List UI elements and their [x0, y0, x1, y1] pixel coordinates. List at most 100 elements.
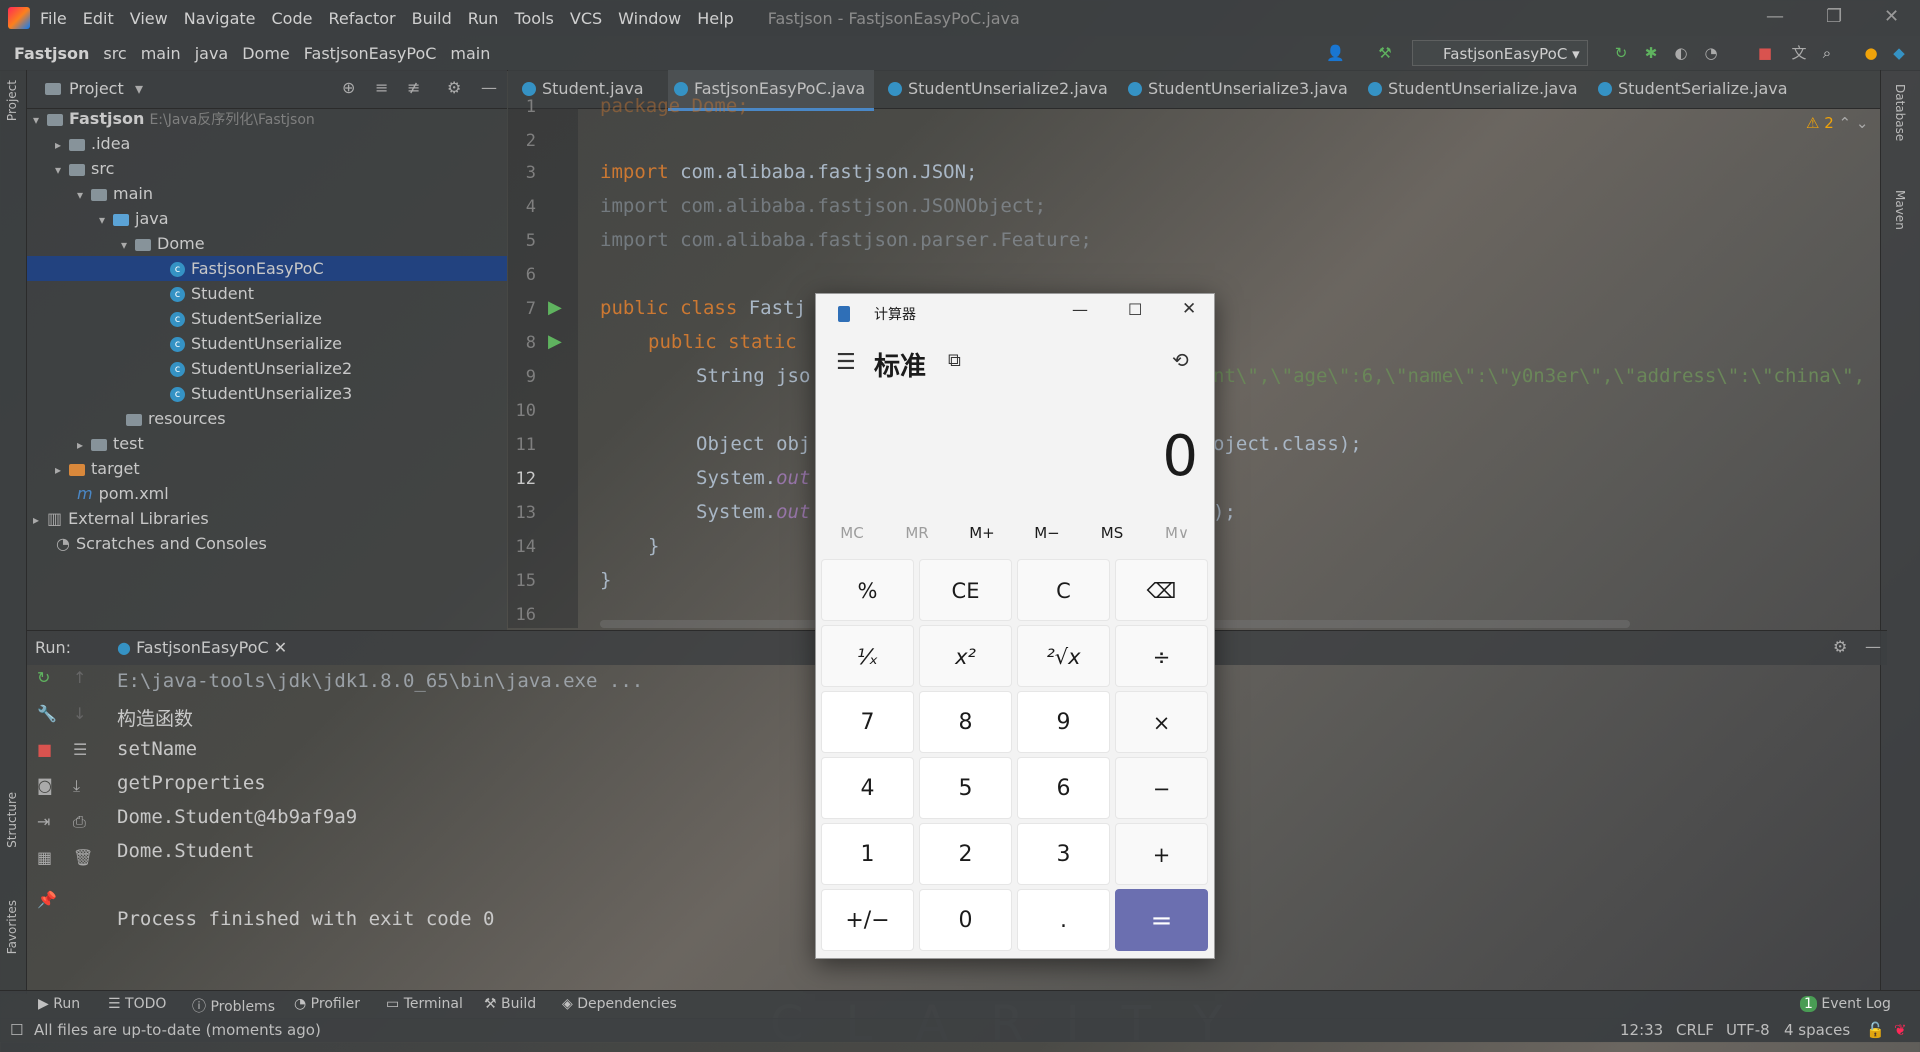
- tool-problems[interactable]: ⓘ Problems: [192, 996, 275, 1016]
- memory-recall-button[interactable]: MR: [885, 524, 949, 542]
- tree-item-external-libraries[interactable]: ▸ ▥ External Libraries: [33, 506, 209, 531]
- gear-icon[interactable]: ⚙: [447, 78, 461, 97]
- square-button[interactable]: x²: [919, 625, 1012, 687]
- rerun-icon[interactable]: ↻: [37, 668, 50, 687]
- tool-profiler[interactable]: ◔ Profiler: [294, 996, 360, 1012]
- digit-3-button[interactable]: 3: [1017, 823, 1110, 885]
- tab-studentunserialize[interactable]: StudentUnserialize.java: [1362, 70, 1578, 108]
- tree-item-dome[interactable]: ▾ Dome: [121, 231, 205, 256]
- build-hammer-icon[interactable]: ⚒: [1376, 44, 1394, 62]
- wrench-icon[interactable]: 🔧: [37, 704, 57, 723]
- menu-edit[interactable]: Edit: [83, 9, 114, 28]
- tab-studentunserialize3[interactable]: StudentUnserialize3.java: [1122, 70, 1348, 108]
- breadcrumb-class[interactable]: FastjsonEasyPoC: [304, 44, 437, 63]
- digit-5-button[interactable]: 5: [919, 757, 1012, 819]
- tree-item-resources[interactable]: resources: [126, 406, 226, 431]
- menu-code[interactable]: Code: [272, 9, 313, 28]
- tree-item-target[interactable]: ▸ target: [55, 456, 140, 481]
- calc-maximize-icon[interactable]: ☐: [1128, 300, 1142, 319]
- debug-icon[interactable]: ✱: [1642, 44, 1660, 62]
- tab-studentserialize[interactable]: StudentSerialize.java: [1592, 70, 1788, 108]
- tree-item-test[interactable]: ▸ test: [77, 431, 144, 456]
- menu-window[interactable]: Window: [618, 9, 681, 28]
- print-icon[interactable]: ⎙: [73, 812, 86, 832]
- tree-item-studentunserialize[interactable]: c StudentUnserialize: [170, 331, 342, 356]
- camera-icon[interactable]: ◙: [37, 776, 53, 795]
- update-icon[interactable]: ●: [1862, 44, 1880, 62]
- subtract-button[interactable]: −: [1115, 757, 1208, 819]
- soft-wrap-icon[interactable]: ☰: [73, 740, 87, 759]
- clear-entry-button[interactable]: CE: [919, 559, 1012, 621]
- tree-root[interactable]: ▾ Fastjson E:\Java反序列化\Fastjson: [33, 106, 503, 131]
- memory-list-button[interactable]: M∨: [1145, 524, 1209, 542]
- collapse-all-icon[interactable]: ≢: [407, 78, 420, 97]
- calc-close-icon[interactable]: ✕: [1182, 299, 1196, 319]
- close-icon[interactable]: ✕: [1884, 6, 1899, 27]
- memory-clear-button[interactable]: MC: [820, 524, 884, 542]
- scroll-to-end-icon[interactable]: ⤓: [73, 776, 80, 796]
- project-tool-tab[interactable]: Project: [5, 80, 19, 121]
- stop-icon[interactable]: ■: [37, 740, 52, 759]
- tree-item-studentunserialize3[interactable]: c StudentUnserialize3: [170, 381, 352, 406]
- tool-run[interactable]: ▶ Run: [38, 996, 80, 1012]
- maven-tool-tab[interactable]: Maven: [1893, 190, 1907, 230]
- run-tab-fastjsoneasypoc[interactable]: ● FastjsonEasyPoC ✕: [117, 638, 287, 657]
- lock-icon[interactable]: 🔓: [1866, 1021, 1885, 1039]
- translate-icon[interactable]: 文: [1790, 44, 1808, 62]
- project-view-title[interactable]: Project: [69, 79, 124, 98]
- digit-8-button[interactable]: 8: [919, 691, 1012, 753]
- coverage-icon[interactable]: ◐: [1672, 44, 1690, 62]
- memory-add-button[interactable]: M+: [950, 524, 1014, 542]
- hide-panel-icon[interactable]: —: [1865, 637, 1881, 656]
- file-encoding[interactable]: UTF-8: [1726, 1021, 1770, 1039]
- breadcrumb-src[interactable]: src: [103, 44, 126, 63]
- tree-item-fastjsoneasypoc[interactable]: c FastjsonEasyPoC: [27, 256, 507, 281]
- event-log[interactable]: 1 Event Log: [1800, 996, 1891, 1012]
- restore-icon[interactable]: ❐: [1826, 6, 1842, 27]
- menu-view[interactable]: View: [130, 9, 168, 28]
- square-root-button[interactable]: ²√x: [1017, 625, 1110, 687]
- run-configuration-select[interactable]: FastjsonEasyPoC ▾: [1412, 40, 1588, 66]
- menu-run[interactable]: Run: [468, 9, 499, 28]
- menu-tools[interactable]: Tools: [514, 9, 553, 28]
- exit-icon[interactable]: ⇥: [37, 812, 50, 831]
- tree-item-java[interactable]: ▾ java: [99, 206, 169, 231]
- multiply-button[interactable]: ×: [1115, 691, 1208, 753]
- digit-9-button[interactable]: 9: [1017, 691, 1110, 753]
- tree-item-idea[interactable]: ▸ .idea: [55, 131, 130, 156]
- breadcrumb-method[interactable]: main: [450, 44, 490, 63]
- user-icon[interactable]: 👤: [1326, 44, 1345, 62]
- divide-button[interactable]: ÷: [1115, 625, 1208, 687]
- keep-on-top-icon[interactable]: ⧉: [948, 350, 961, 371]
- menu-navigate[interactable]: Navigate: [184, 9, 256, 28]
- digit-1-button[interactable]: 1: [821, 823, 914, 885]
- breadcrumb-java[interactable]: java: [195, 44, 229, 63]
- decimal-button[interactable]: .: [1017, 889, 1110, 951]
- tool-terminal[interactable]: ▭ Terminal: [386, 996, 463, 1012]
- arrow-up-icon[interactable]: ↑: [73, 668, 86, 687]
- tool-build[interactable]: ⚒ Build: [484, 996, 536, 1012]
- breadcrumb-dome[interactable]: Dome: [242, 44, 290, 63]
- search-icon[interactable]: ⌕: [1818, 44, 1836, 62]
- breadcrumb-main[interactable]: main: [141, 44, 181, 63]
- digit-4-button[interactable]: 4: [821, 757, 914, 819]
- tab-studentunserialize2[interactable]: StudentUnserialize2.java: [882, 70, 1108, 108]
- clear-button[interactable]: C: [1017, 559, 1110, 621]
- structure-tool-tab[interactable]: Structure: [5, 792, 19, 848]
- hide-panel-icon[interactable]: —: [481, 78, 497, 97]
- tree-item-scratches[interactable]: ◔ Scratches and Consoles: [56, 531, 267, 556]
- backspace-button[interactable]: ⌫: [1115, 559, 1208, 621]
- negate-button[interactable]: +/−: [821, 889, 914, 951]
- percent-button[interactable]: %: [821, 559, 914, 621]
- arrow-down-icon[interactable]: ↓: [73, 704, 86, 723]
- pin-icon[interactable]: 📌: [37, 890, 57, 909]
- tool-todo[interactable]: ☰ TODO: [108, 996, 166, 1012]
- digit-2-button[interactable]: 2: [919, 823, 1012, 885]
- history-icon[interactable]: ⟲: [1172, 348, 1189, 372]
- tree-item-studentserialize[interactable]: c StudentSerialize: [170, 306, 322, 331]
- memory-store-button[interactable]: MS: [1080, 524, 1144, 542]
- favorites-tool-tab[interactable]: Favorites: [5, 900, 19, 954]
- calc-minimize-icon[interactable]: —: [1072, 300, 1088, 319]
- notification-icon[interactable]: ❦: [1894, 1021, 1907, 1039]
- tool-dependencies[interactable]: ◈ Dependencies: [562, 996, 677, 1012]
